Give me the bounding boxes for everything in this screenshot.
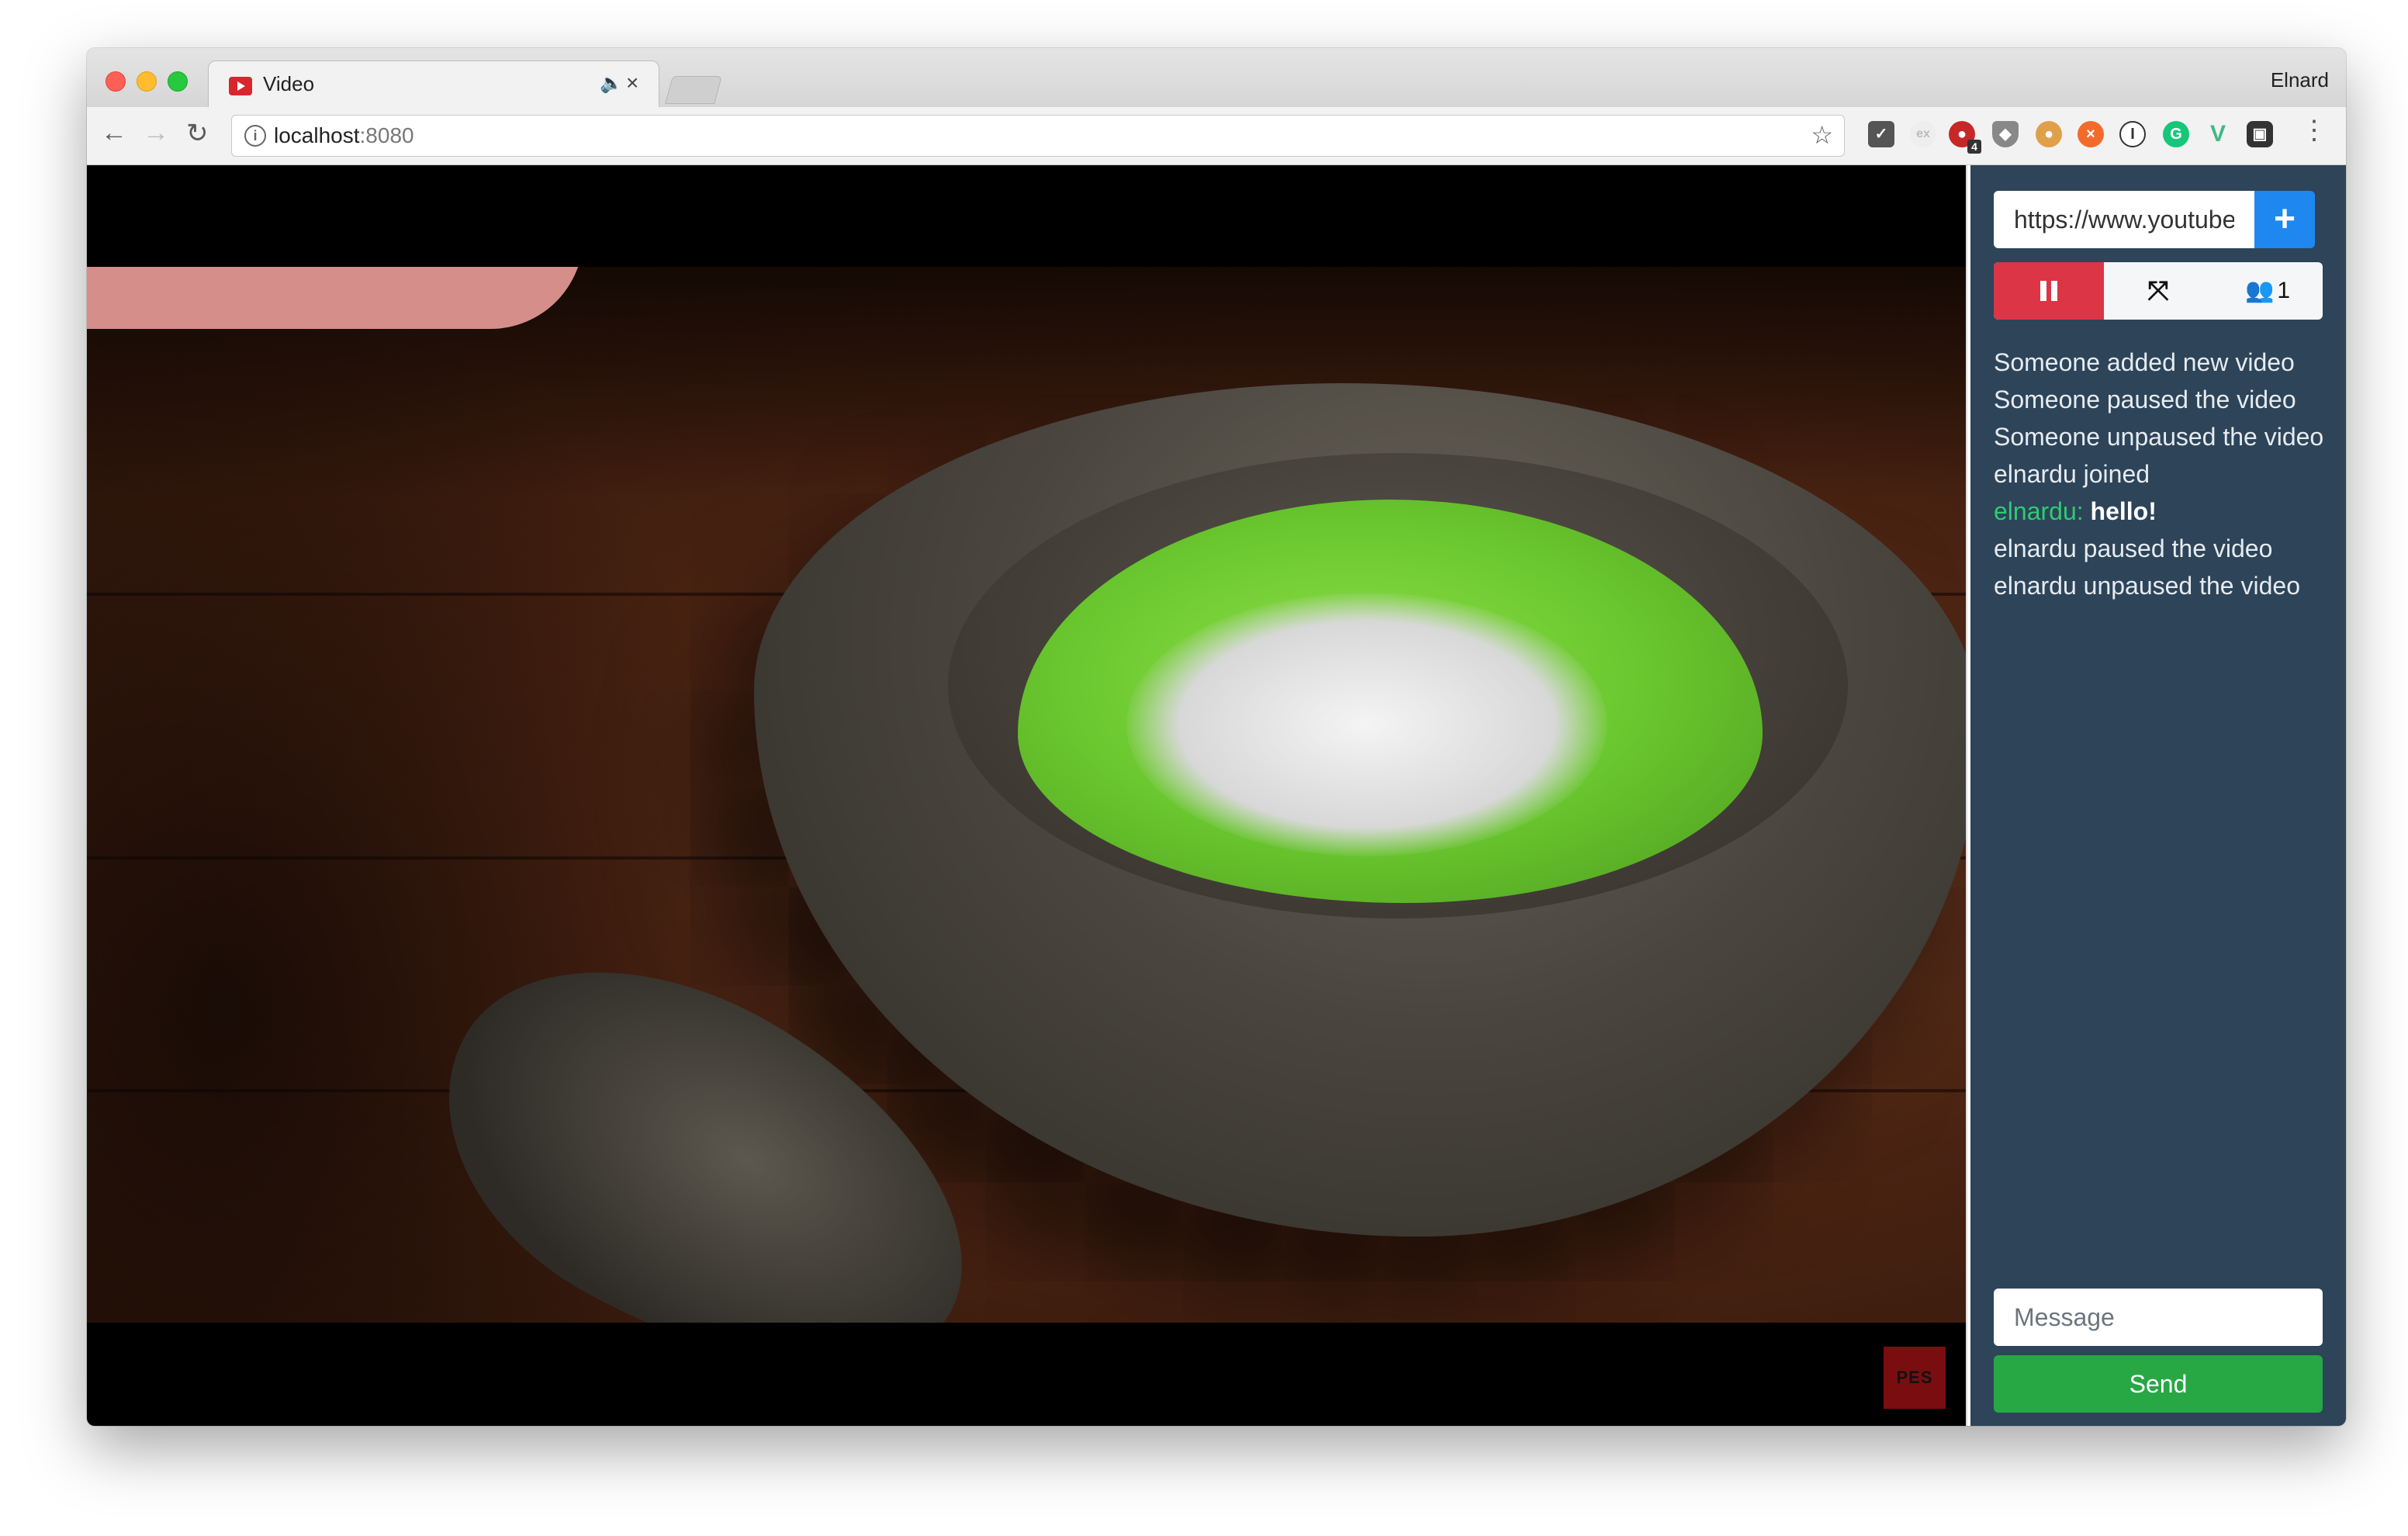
ghostery-icon[interactable]: ▣	[2247, 121, 2273, 147]
address-bar[interactable]: i localhost:8080 ☆	[231, 115, 1845, 157]
profile-name[interactable]: Elnard	[2271, 68, 2329, 92]
url-host: localhost	[274, 123, 360, 147]
close-window-button[interactable]	[106, 71, 126, 92]
ex-extension-icon[interactable]: ex	[1910, 121, 1936, 147]
users-button[interactable]: 👥 1	[2213, 262, 2323, 320]
speaker-icon[interactable]: 🔈	[600, 72, 623, 95]
back-icon[interactable]: ←	[101, 118, 127, 148]
cookie-icon[interactable]: ●	[2036, 121, 2062, 147]
chat-message: elnardu: hello!	[1994, 493, 2335, 530]
page-content: PES + ⤧ 👥1 Someone added new video Someo…	[87, 165, 2346, 1426]
chat-message: elnardu paused the video	[1994, 534, 2273, 562]
users-count: 1	[2277, 278, 2291, 303]
finger-image	[87, 267, 583, 329]
tab-bar: Video 🔈 × Elnard	[87, 48, 2346, 108]
url-port: :8080	[359, 123, 414, 147]
browser-window: Video 🔈 × Elnard ← → ↻ i localhost:8080 …	[87, 48, 2346, 1426]
fullscreen-button[interactable]: ⤧	[2104, 262, 2213, 320]
dice-pile-image	[1126, 593, 1607, 856]
extension-badge: 4	[1967, 140, 1981, 154]
url-text[interactable]: localhost:8080	[274, 123, 414, 148]
pause-button[interactable]	[1994, 262, 2104, 320]
chat-message: Someone paused the video	[1994, 386, 2296, 413]
users-icon: 👥	[2244, 278, 2275, 303]
sync-sidebar: + ⤧ 👥1 Someone added new video Someone p…	[1967, 165, 2346, 1426]
tab-title: Video	[263, 72, 315, 95]
send-button[interactable]: Send	[1994, 1355, 2323, 1413]
onepassword-icon[interactable]: I	[2119, 121, 2146, 147]
chat-message: Someone unpaused the video	[1994, 423, 2324, 451]
chat-log: Someone added new video Someone paused t…	[1994, 344, 2335, 604]
pause-icon	[2038, 280, 2060, 301]
video-frame	[87, 267, 1966, 1323]
close-tab-icon[interactable]: ×	[626, 71, 638, 95]
chat-username: elnardu:	[1994, 497, 2084, 525]
tab-video[interactable]: Video 🔈 ×	[208, 61, 659, 108]
menu-icon[interactable]: ⋮	[2301, 115, 2327, 146]
minimize-window-button[interactable]	[137, 71, 157, 92]
forward-icon[interactable]: →	[143, 118, 169, 148]
bookmark-star-icon[interactable]: ☆	[1811, 120, 1833, 150]
cancel-icon[interactable]: ×	[2078, 121, 2104, 147]
vue-devtools-icon[interactable]: V	[2205, 121, 2231, 147]
reload-icon[interactable]: ↻	[186, 118, 209, 149]
new-tab-button[interactable]	[665, 76, 722, 104]
chat-text: hello!	[2090, 497, 2157, 525]
chat-message: Someone added new video	[1994, 348, 2295, 376]
add-video-button[interactable]: +	[2254, 191, 2315, 248]
video-player[interactable]: PES	[87, 165, 1966, 1426]
channel-logo[interactable]: PES	[1884, 1347, 1946, 1409]
adblock-icon[interactable]: ● 4	[1949, 121, 1981, 154]
pocket-icon[interactable]: ✓	[1868, 121, 1894, 147]
video-url-input[interactable]	[1994, 191, 2254, 248]
chat-message: elnardu joined	[1994, 460, 2150, 488]
expand-icon: ⤧	[2147, 276, 2169, 306]
maximize-window-button[interactable]	[168, 71, 188, 92]
message-input[interactable]	[1994, 1289, 2323, 1346]
playback-controls: ⤧ 👥 1	[1994, 262, 2323, 320]
info-icon[interactable]: i	[244, 125, 266, 147]
ublock-icon[interactable]: ◆	[1992, 121, 2019, 147]
chat-message: elnardu unpaused the video	[1994, 572, 2300, 600]
browser-toolbar: ← → ↻ i localhost:8080 ☆ ✓ ex ● 4 ◆ ● × I…	[87, 107, 2346, 165]
grammarly-icon[interactable]: G	[2163, 121, 2189, 147]
youtube-favicon-icon	[229, 77, 252, 95]
